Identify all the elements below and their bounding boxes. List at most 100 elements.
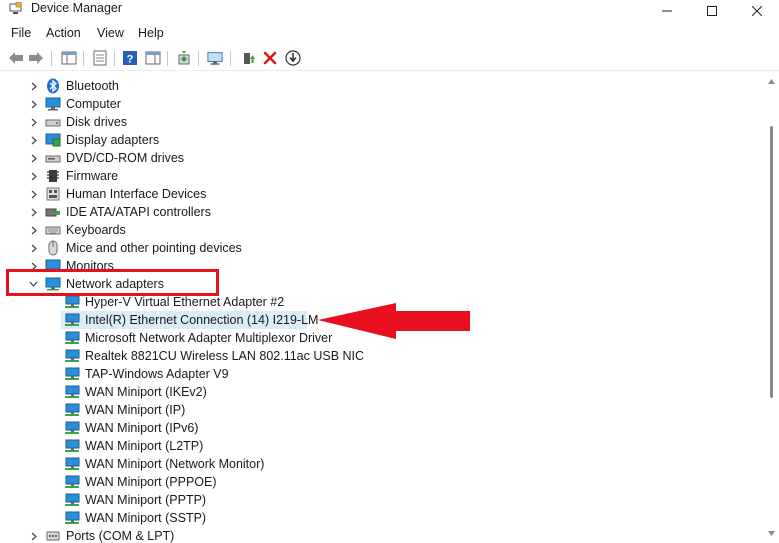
toolbar-separator <box>230 51 231 66</box>
tree-item-label: WAN Miniport (L2TP) <box>85 439 204 453</box>
toolbar: ? <box>0 46 779 71</box>
network-adapter-icon <box>65 475 80 488</box>
scroll-down-arrow-icon[interactable] <box>767 529 776 538</box>
network-adapter-icon <box>65 421 80 434</box>
network-adapter-item[interactable]: WAN Miniport (IP) <box>0 401 764 419</box>
uninstall-device-button[interactable] <box>262 50 278 66</box>
tree-item-label: Intel(R) Ethernet Connection (14) I219-L… <box>85 313 319 327</box>
tree-item-label: TAP-Windows Adapter V9 <box>85 367 229 381</box>
tree-item-label: Realtek 8821CU Wireless LAN 802.11ac USB… <box>85 349 365 363</box>
toolbar-separator <box>198 51 199 66</box>
network-adapter-icon <box>65 295 80 308</box>
dvd-drive-icon <box>45 155 61 163</box>
network-adapter-icon <box>65 313 80 326</box>
chevron-right-icon[interactable] <box>29 221 39 239</box>
monitor-icon <box>207 52 223 65</box>
maximize-button[interactable] <box>689 0 734 22</box>
device-manager-icon <box>9 2 22 14</box>
action-pane-button[interactable] <box>145 50 161 66</box>
network-adapter-item[interactable]: WAN Miniport (PPTP) <box>0 491 764 509</box>
tree-item-computer[interactable]: Computer <box>0 95 764 113</box>
network-adapter-icon <box>65 349 80 362</box>
tree-item-firmware[interactable]: Firmware <box>0 167 764 185</box>
chevron-right-icon[interactable] <box>29 203 39 221</box>
tree-item-label: Firmware <box>66 169 119 183</box>
tree-item-display-adapters[interactable]: Display adapters <box>0 131 764 149</box>
tree-item-label: Computer <box>66 97 121 111</box>
tree-item-mice-and-other-pointing-devices[interactable]: Mice and other pointing devices <box>0 239 764 257</box>
chevron-right-icon[interactable] <box>29 131 39 149</box>
scan-hardware-changes-button[interactable] <box>176 50 192 66</box>
red-pointer-arrow-icon <box>318 303 470 339</box>
tree-item-human-interface-devices[interactable]: Human Interface Devices <box>0 185 764 203</box>
menu-help[interactable]: Help <box>138 26 164 40</box>
network-adapter-item[interactable]: WAN Miniport (Network Monitor) <box>0 455 764 473</box>
display-device-button[interactable] <box>207 50 223 66</box>
update-driver-button[interactable] <box>240 50 256 66</box>
tree-item-keyboards[interactable]: Keyboards <box>0 221 764 239</box>
tree-item-label: Keyboards <box>66 223 126 237</box>
chevron-right-icon[interactable] <box>29 149 39 167</box>
chevron-right-icon[interactable] <box>29 113 39 131</box>
menu-bar: File Action View Help <box>0 24 779 44</box>
network-adapter-icon <box>65 385 80 398</box>
toolbar-separator <box>114 51 115 66</box>
chevron-right-icon[interactable] <box>29 95 39 113</box>
action-pane-icon <box>145 51 161 65</box>
chevron-right-icon[interactable] <box>29 239 39 257</box>
network-adapter-icon <box>65 403 80 416</box>
console-tree-icon <box>61 51 77 65</box>
update-driver-icon <box>244 53 255 64</box>
show-hide-console-tree-button[interactable] <box>61 50 77 66</box>
tree-item-label: WAN Miniport (PPPOE) <box>85 475 217 489</box>
tree-item-disk-drives[interactable]: Disk drives <box>0 113 764 131</box>
menu-view[interactable]: View <box>97 26 124 40</box>
network-adapter-item[interactable]: WAN Miniport (IKEv2) <box>0 383 764 401</box>
tree-item-label: Hyper-V Virtual Ethernet Adapter #2 <box>85 295 285 309</box>
network-adapter-icon <box>65 493 80 506</box>
download-driver-button[interactable] <box>285 50 301 66</box>
close-button[interactable] <box>734 0 779 22</box>
display-adapter-icon <box>45 133 61 147</box>
chevron-right-icon[interactable] <box>29 167 39 185</box>
chevron-right-icon[interactable] <box>29 77 39 95</box>
chevron-right-icon[interactable] <box>29 185 39 203</box>
forward-arrow-icon <box>29 52 43 64</box>
properties-button[interactable] <box>92 50 108 66</box>
network-adapter-icon <box>65 439 80 452</box>
tree-item-label: WAN Miniport (SSTP) <box>85 511 207 525</box>
tree-item-label: WAN Miniport (PPTP) <box>85 493 207 507</box>
menu-file[interactable]: File <box>11 26 31 40</box>
menu-action[interactable]: Action <box>46 26 81 40</box>
network-adapter-item[interactable]: WAN Miniport (SSTP) <box>0 509 764 527</box>
tree-item-label: Ports (COM & LPT) <box>66 529 175 543</box>
network-adapter-item[interactable]: TAP-Windows Adapter V9 <box>0 365 764 383</box>
download-icon <box>285 50 301 66</box>
network-adapter-item[interactable]: Realtek 8821CU Wireless LAN 802.11ac USB… <box>0 347 764 365</box>
vertical-scrollbar[interactable] <box>764 74 779 543</box>
tree-item-label: Bluetooth <box>66 79 119 93</box>
tree-item-label: Display adapters <box>66 133 160 147</box>
minimize-button[interactable] <box>644 0 689 22</box>
tree-item-ide-ata-atapi-controllers[interactable]: IDE ATA/ATAPI controllers <box>0 203 764 221</box>
scroll-up-arrow-icon[interactable] <box>767 77 776 86</box>
scan-hardware-icon <box>178 51 190 65</box>
network-adapter-item[interactable]: WAN Miniport (IPv6) <box>0 419 764 437</box>
tree-item-bluetooth[interactable]: Bluetooth <box>0 77 764 95</box>
chevron-right-icon[interactable] <box>29 527 39 543</box>
tree-item-dvd-cd-rom-drives[interactable]: DVD/CD-ROM drives <box>0 149 764 167</box>
network-adapters-highlight-box <box>6 269 219 296</box>
scrollbar-thumb[interactable] <box>770 126 773 398</box>
svg-text:?: ? <box>127 54 134 66</box>
network-adapter-icon <box>65 367 80 380</box>
forward-button[interactable] <box>28 50 44 66</box>
help-button[interactable]: ? <box>122 50 138 66</box>
tree-item-ports[interactable]: Ports (COM & LPT) <box>0 527 764 543</box>
network-adapter-item[interactable]: WAN Miniport (L2TP) <box>0 437 764 455</box>
maximize-icon <box>706 6 717 16</box>
uninstall-x-icon <box>263 51 277 65</box>
network-adapter-icon <box>65 457 80 470</box>
back-button[interactable] <box>8 50 24 66</box>
network-adapter-item[interactable]: WAN Miniport (PPPOE) <box>0 473 764 491</box>
disk-drive-icon <box>45 119 61 127</box>
